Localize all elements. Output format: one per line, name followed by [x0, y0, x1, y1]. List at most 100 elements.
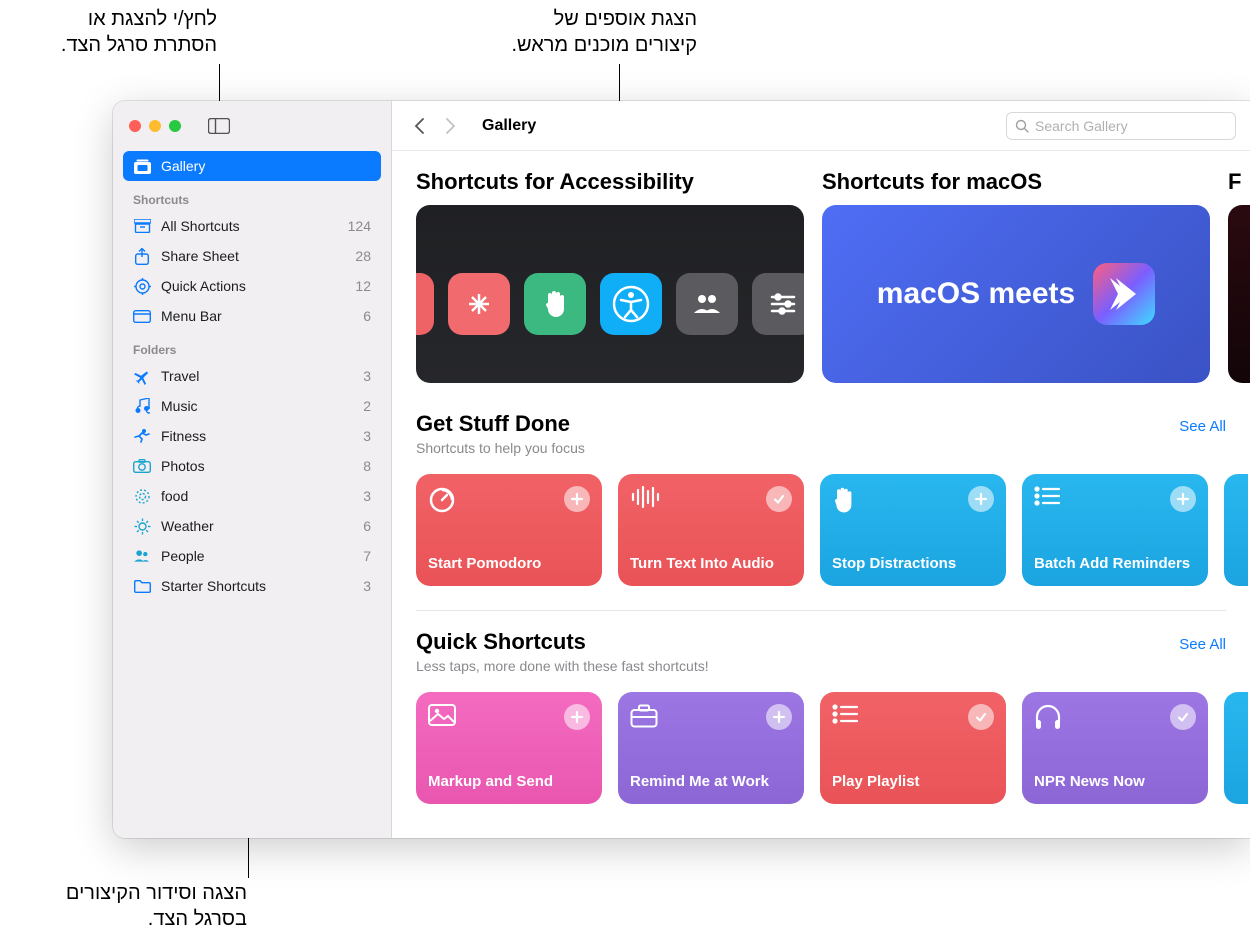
card-label: Play Playlist: [832, 773, 994, 792]
sidebar-toggle-button[interactable]: [205, 115, 233, 137]
window-minimize-button[interactable]: [149, 120, 161, 132]
sidebar-folder-weather[interactable]: Weather 6: [123, 511, 381, 541]
sidebar-item-label: Share Sheet: [161, 248, 239, 264]
sun-icon: [133, 518, 151, 535]
sidebar-item-label: Fitness: [161, 428, 206, 444]
sidebar-item-label: Gallery: [161, 158, 205, 174]
a11y-medical-icon: [448, 273, 510, 335]
airplane-icon: [133, 368, 151, 385]
sidebar-folder-music[interactable]: Music 2: [123, 391, 381, 421]
shortcut-card-batch-add-reminders[interactable]: Batch Add Reminders: [1022, 474, 1208, 586]
sidebar-item-count: 124: [348, 218, 371, 234]
a11y-hand-icon: [524, 273, 586, 335]
sidebar-folder-food[interactable]: food 3: [123, 481, 381, 511]
back-button[interactable]: [406, 113, 432, 139]
shortcut-card-partial[interactable]: [1224, 692, 1248, 804]
card-label: Markup and Send: [428, 773, 590, 792]
sidebar-item-label: Menu Bar: [161, 308, 222, 324]
sidebar-item-label: Quick Actions: [161, 278, 246, 294]
card-label: Stop Distractions: [832, 555, 994, 574]
sidebar-item-count: 6: [363, 308, 371, 324]
search-field[interactable]: [1006, 112, 1236, 140]
share-icon: [133, 248, 151, 265]
shortcut-card-npr-news-now[interactable]: NPR News Now: [1022, 692, 1208, 804]
sidebar-folder-fitness[interactable]: Fitness 3: [123, 421, 381, 451]
gallery-icon: [133, 159, 151, 174]
add-icon: [564, 486, 590, 512]
card-label: Turn Text Into Audio: [630, 555, 792, 574]
card-label: Start Pomodoro: [428, 555, 590, 574]
shortcut-card-stop-distractions[interactable]: Stop Distractions: [820, 474, 1006, 586]
section-title: Get Stuff Done: [416, 411, 585, 437]
sidebar-item-label: Music: [161, 398, 198, 414]
banner-macos-text: macOS meets: [877, 277, 1075, 311]
sidebar-item-gallery[interactable]: Gallery: [123, 151, 381, 181]
sidebar-item-count: 28: [355, 248, 371, 264]
check-icon: [1170, 704, 1196, 730]
window-close-button[interactable]: [129, 120, 141, 132]
music-icon: [133, 398, 151, 414]
section-subtitle: Shortcuts to help you focus: [416, 440, 585, 456]
sidebar-item-count: 3: [363, 488, 371, 504]
see-all-link[interactable]: See All: [1179, 418, 1226, 435]
a11y-sliders-icon: [752, 273, 804, 335]
add-icon: [564, 704, 590, 730]
sidebar-item-count: 3: [363, 578, 371, 594]
check-icon: [766, 486, 792, 512]
card-label: NPR News Now: [1034, 773, 1196, 792]
sidebar-item-count: 3: [363, 368, 371, 384]
banner-partial[interactable]: [1228, 205, 1250, 383]
section-divider: [416, 610, 1226, 611]
sidebar-item-share-sheet[interactable]: Share Sheet 28: [123, 241, 381, 271]
sidebar-item-menu-bar[interactable]: Menu Bar 6: [123, 301, 381, 331]
sidebar-item-count: 8: [363, 458, 371, 474]
page-title: Gallery: [482, 117, 536, 135]
add-icon: [968, 486, 994, 512]
sidebar-item-count: 12: [355, 278, 371, 294]
sidebar: Gallery Shortcuts All Shortcuts 124 Shar…: [113, 101, 392, 838]
banner-accessibility[interactable]: [416, 205, 804, 383]
sidebar-folder-photos[interactable]: Photos 8: [123, 451, 381, 481]
sidebar-item-label: Photos: [161, 458, 205, 474]
toolbar: Gallery: [392, 101, 1250, 151]
shortcut-card-partial[interactable]: [1224, 474, 1248, 586]
section-title: Quick Shortcuts: [416, 629, 709, 655]
search-icon: [1015, 119, 1029, 133]
fitness-icon: [133, 429, 151, 443]
a11y-red-icon: [416, 273, 434, 335]
section-subtitle: Less taps, more done with these fast sho…: [416, 658, 709, 674]
search-input[interactable]: [1035, 118, 1227, 134]
sidebar-folder-people[interactable]: People 7: [123, 541, 381, 571]
shortcut-card-play-playlist[interactable]: Play Playlist: [820, 692, 1006, 804]
sidebar-item-count: 2: [363, 398, 371, 414]
a11y-accessibility-icon: [600, 273, 662, 335]
shortcut-card-turn-text-into-audio[interactable]: Turn Text Into Audio: [618, 474, 804, 586]
sidebar-item-count: 3: [363, 428, 371, 444]
traffic-lights: [129, 120, 181, 132]
sidebar-item-all-shortcuts[interactable]: All Shortcuts 124: [123, 211, 381, 241]
people-icon: [133, 549, 151, 563]
main-content: Gallery Shortcuts for Accessibility: [392, 101, 1250, 838]
camera-icon: [133, 459, 151, 473]
banner-title-macos: Shortcuts for macOS: [822, 169, 1210, 195]
shortcut-card-remind-me-at-work[interactable]: Remind Me at Work: [618, 692, 804, 804]
forward-button[interactable]: [438, 113, 464, 139]
card-label: Remind Me at Work: [630, 773, 792, 792]
sidebar-item-quick-actions[interactable]: Quick Actions 12: [123, 271, 381, 301]
menubar-icon: [133, 310, 151, 323]
folder-icon: [133, 580, 151, 593]
window-zoom-button[interactable]: [169, 120, 181, 132]
sidebar-folder-starter-shortcuts[interactable]: Starter Shortcuts 3: [123, 571, 381, 601]
burst-icon: [133, 488, 151, 505]
gear-icon: [133, 278, 151, 295]
shortcut-card-start-pomodoro[interactable]: Start Pomodoro: [416, 474, 602, 586]
sidebar-item-count: 7: [363, 548, 371, 564]
sidebar-item-label: People: [161, 548, 205, 564]
sidebar-folder-travel[interactable]: Travel 3: [123, 361, 381, 391]
banner-title-accessibility: Shortcuts for Accessibility: [416, 169, 804, 195]
sidebar-item-label: Weather: [161, 518, 214, 534]
shortcut-card-markup-and-send[interactable]: Markup and Send: [416, 692, 602, 804]
see-all-link[interactable]: See All: [1179, 636, 1226, 653]
sidebar-heading-folders: Folders: [123, 331, 381, 361]
banner-macos[interactable]: macOS meets: [822, 205, 1210, 383]
